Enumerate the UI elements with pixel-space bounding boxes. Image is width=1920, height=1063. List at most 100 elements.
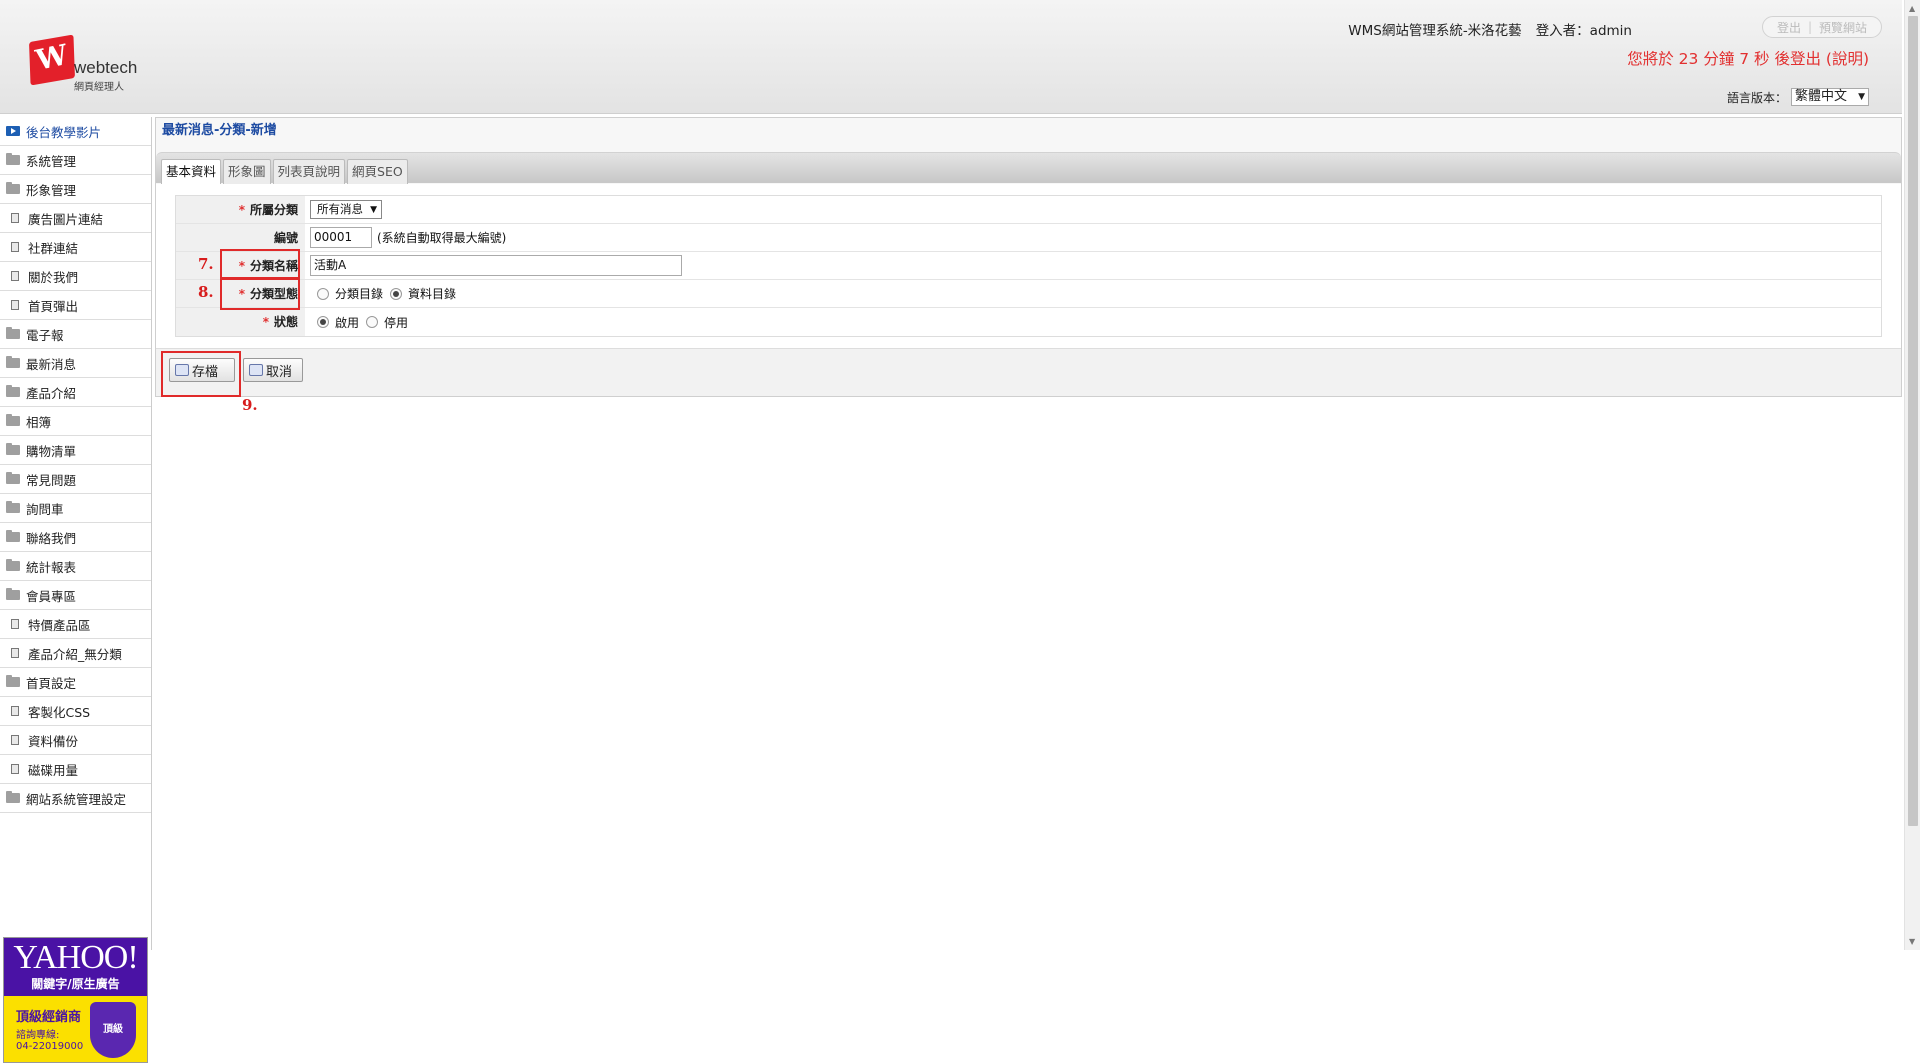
type-data-radio[interactable] [390,287,403,300]
status-enabled-radio[interactable] [317,316,329,328]
form-row-type: * 分類型態 分類目錄 資料目錄 [176,280,1881,308]
sidebar-item-label: 後台教學影片 [26,124,102,140]
cancel-button[interactable]: 取消 [243,358,303,382]
login-user: 登入者：admin [1535,23,1632,39]
top-links: 登出 | 預覽網站 [1762,16,1882,38]
ad-headline: 關鍵字/原生廣告 [31,977,120,991]
sidebar-item-label: 系統管理 [26,153,77,169]
tab-list-description[interactable]: 列表頁說明 [272,159,346,184]
sidebar-item-label: 廣告圖片連結 [28,211,104,227]
sidebar-item-label: 形象管理 [26,182,77,198]
type-category-label: 分類目錄 [335,287,384,301]
status-enabled-label: 啟用 [335,315,360,330]
page-icon [11,619,19,629]
webtech-logo[interactable]: W webtech 網頁經理人 [28,34,140,93]
yahoo-logo: YAHOO! [13,939,138,976]
name-input[interactable]: 活動A [310,255,682,276]
user-info: WMS網站管理系統-米洛花藝 登入者：admin [1348,19,1632,39]
sidebar-item[interactable]: 電子報 [0,320,151,349]
number-input[interactable]: 00001 [310,227,372,248]
folder-icon [6,530,20,542]
category-select[interactable]: 所有消息 [310,200,382,219]
sidebar-item-label: 首頁彈出 [28,298,79,314]
sidebar-item[interactable]: 最新消息 [0,349,151,378]
sidebar-item-label: 產品介紹 [26,385,77,401]
sidebar-item[interactable]: 關於我們 [0,262,151,291]
play-icon [6,126,20,136]
page-icon [11,648,19,658]
scrollbar-thumb[interactable] [1908,16,1918,826]
page-icon [11,706,19,716]
sidebar-item[interactable]: 詢問車 [0,494,151,523]
language-label: 語言版本： [1726,90,1787,105]
sidebar-item[interactable]: 網站系統管理設定 [0,784,151,813]
form-row-category: * 所屬分類 所有消息 [176,196,1881,224]
page-icon [11,764,19,774]
scroll-up-icon[interactable]: ▲ [1909,4,1915,13]
sidebar-item-label: 詢問車 [26,501,64,517]
sidebar-item-label: 特價產品區 [28,617,91,633]
page-icon [11,735,19,745]
sidebar-item[interactable]: 系統管理 [0,146,151,175]
status-disabled-label: 停用 [384,315,409,330]
logo-text: webtech [74,58,138,77]
status-label: 狀態 [273,315,298,329]
sidebar-item-label: 網站系統管理設定 [26,791,127,807]
annotation-box-8 [220,278,300,310]
page-icon [11,271,19,281]
page-scrollbar[interactable]: ▲ ▼ [1904,0,1920,950]
type-category-radio[interactable] [317,287,329,300]
tab-image[interactable]: 形象圖 [223,159,271,184]
folder-icon [6,675,20,687]
logout-countdown[interactable]: 您將於 23 分鐘 7 秒 後登出 (說明) [1627,47,1869,69]
sidebar-item[interactable]: 社群連結 [0,233,151,262]
annotation-label-8: 8. [198,283,214,301]
sidebar-item[interactable]: 首頁彈出 [0,291,151,320]
sidebar-item-label: 常見問題 [26,472,77,488]
sidebar-item[interactable]: 產品介紹 [0,378,151,407]
sidebar-item[interactable]: 購物清單 [0,436,151,465]
folder-icon [6,182,20,194]
form-row-number: 編號 00001 (系統自動取得最大編號) [176,224,1881,252]
language-selector: 語言版本： 繁體中文 [1727,88,1869,106]
sidebar-item[interactable]: 磁碟用量 [0,755,151,784]
sidebar-item[interactable]: 相簿 [0,407,151,436]
sidebar-item-label: 統計報表 [26,559,77,575]
number-label: 編號 [176,224,305,251]
sidebar-item[interactable]: 後台教學影片 [0,117,151,146]
sidebar-item[interactable]: 常見問題 [0,465,151,494]
annotation-label-7: 7. [198,255,214,273]
sidebar-item-label: 磁碟用量 [28,762,79,778]
language-select[interactable]: 繁體中文 [1791,88,1869,106]
sidebar-item[interactable]: 聯絡我們 [0,523,151,552]
sidebar-item[interactable]: 統計報表 [0,552,151,581]
button-bar: 存檔 取消 [156,348,1901,396]
folder-icon [6,414,20,426]
sidebar-item[interactable]: 廣告圖片連結 [0,204,151,233]
badge-icon: 頂級 [90,1002,136,1058]
sidebar-item-label: 購物清單 [26,443,77,459]
scroll-down-icon[interactable]: ▼ [1909,937,1915,946]
sidebar-item[interactable]: 會員專區 [0,581,151,610]
form-row-name: * 分類名稱 活動A [176,252,1881,280]
tab-basic-info[interactable]: 基本資料 [161,159,222,185]
logout-link[interactable]: 登出 [1777,19,1801,36]
sidebar-item-label: 最新消息 [26,356,77,372]
sidebar-item[interactable]: 首頁設定 [0,668,151,697]
category-form: *所屬分類 所有消息 編號 00001 (系統自動取得最大編號) *分類名稱 活… [175,195,1882,337]
preview-site-link[interactable]: 預覽網站 [1819,19,1867,36]
main-panel: 最新消息-分類-新增 基本資料 形象圖 列表頁說明 網頁SEO * 所屬分類 所有… [155,117,1902,397]
ad-reseller: 頂級經銷商 [16,1010,82,1025]
sidebar-item[interactable]: 資料備份 [0,726,151,755]
system-name: WMS網站管理系統-米洛花藝 [1348,23,1522,39]
sidebar-item-label: 客製化CSS [28,704,91,720]
yahoo-ad-banner[interactable]: YAHOO! 關鍵字/原生廣告 頂級經銷商 諮詢專線: 04-22019000 … [3,937,148,1063]
sidebar-item[interactable]: 形象管理 [0,175,151,204]
sidebar-item[interactable]: 客製化CSS [0,697,151,726]
sidebar-item[interactable]: 產品介紹_無分類 [0,639,151,668]
sidebar-item-label: 產品介紹_無分類 [28,646,122,662]
sidebar-item[interactable]: 特價產品區 [0,610,151,639]
status-disabled-radio[interactable] [366,316,379,328]
tab-bar: 基本資料 形象圖 列表頁說明 網頁SEO [156,152,1901,185]
tab-seo[interactable]: 網頁SEO [347,159,408,184]
